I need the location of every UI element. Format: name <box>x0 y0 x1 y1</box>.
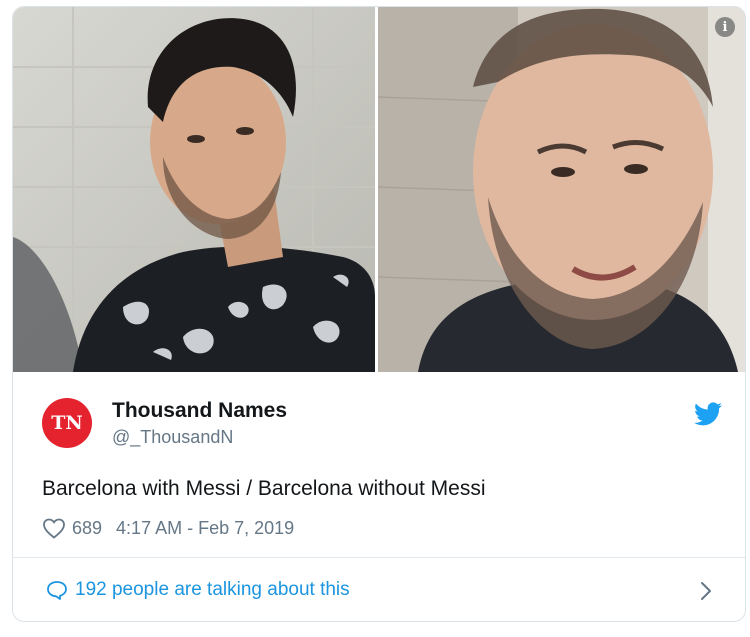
tweet-meta: 689 4:17 AM - Feb 7, 2019 <box>42 514 294 542</box>
info-icon[interactable]: i <box>715 17 735 37</box>
speech-bubble-icon <box>47 581 67 600</box>
display-name[interactable]: Thousand Names <box>112 399 287 423</box>
left-photo[interactable] <box>13 7 375 372</box>
conversation-link[interactable]: 192 people are talking about this <box>13 558 745 620</box>
heart-icon[interactable] <box>42 517 66 539</box>
like-count[interactable]: 689 <box>72 518 102 539</box>
tweet-text: Barcelona with Messi / Barcelona without… <box>42 477 486 500</box>
tweet-header: TN Thousand Names @_ThousandN <box>42 392 722 452</box>
talking-count-link[interactable]: 192 people are talking about this <box>75 579 350 601</box>
tweet-timestamp[interactable]: 4:17 AM - Feb 7, 2019 <box>116 518 294 539</box>
right-photo[interactable]: i <box>378 7 745 372</box>
tweet-media[interactable]: i <box>13 7 745 372</box>
chevron-right-icon[interactable] <box>699 580 713 602</box>
avatar[interactable]: TN <box>42 398 92 448</box>
twitter-bird-icon[interactable] <box>694 402 722 426</box>
embedded-tweet-card[interactable]: i TN Thousand Names @_ThousandN Barcelon… <box>12 6 746 622</box>
user-handle[interactable]: @_ThousandN <box>112 427 233 448</box>
